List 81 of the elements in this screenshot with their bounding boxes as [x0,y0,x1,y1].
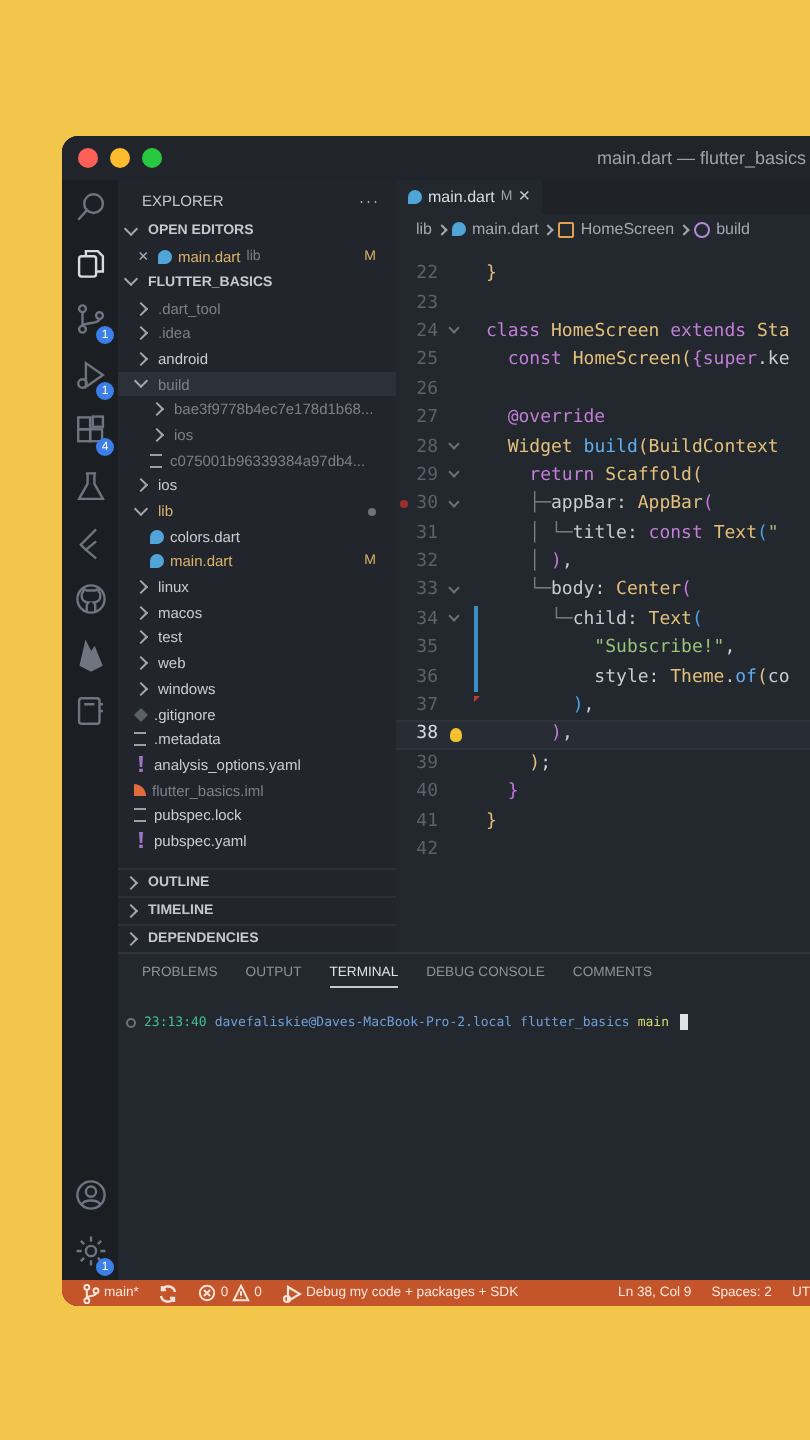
chevron-icon [436,223,448,235]
fold-icon[interactable] [448,582,460,594]
breakpoint-dot[interactable] [399,500,407,509]
minimize-window-button[interactable] [110,148,130,168]
code-line: } [486,811,497,832]
line-number: 31 [414,523,438,544]
line-number: 29 [414,465,438,486]
lines-icon [134,808,146,823]
breadcrumb[interactable]: main.dart [452,220,539,238]
code-line: style: Theme.of(co [592,667,790,688]
change-marker[interactable] [474,634,478,663]
exclamation-icon [136,756,146,773]
code-line: ); [527,753,552,774]
code-line: "Subscribe!", [592,638,736,659]
error-icon [198,1284,217,1302]
rss-icon [134,784,146,797]
line-number: 41 [414,811,438,832]
debug-icon [281,1283,302,1303]
change-marker[interactable] [474,662,478,692]
line-number: 39 [414,753,438,774]
chevron-icon [543,223,555,235]
code-line: │ ), [527,552,573,573]
lines-icon [134,732,146,747]
fold-icon[interactable] [448,323,460,335]
code-line: ), [549,724,573,745]
lightbulb-icon[interactable] [450,727,462,742]
line-number: 42 [414,840,438,860]
line-number: 26 [414,379,438,400]
warning-icon [232,1284,251,1302]
code-line: ), [570,696,595,717]
line-number: 23 [414,293,438,314]
line-number: 25 [414,350,438,371]
close-icon[interactable]: × [138,246,152,267]
code-line: Widget build(BuildContext [505,437,779,458]
text-cursor [680,1014,689,1030]
close-window-button[interactable] [78,148,98,168]
line-number: 24 [414,321,438,342]
code-line: } [486,264,497,285]
fold-icon[interactable] [448,438,460,450]
branch-icon [82,1283,100,1303]
line-number: 33 [414,580,438,601]
breadcrumb[interactable]: build [694,220,750,238]
line-number: 27 [414,408,438,429]
fold-icon[interactable] [448,611,460,623]
code-line: └─body: Center( [527,580,692,601]
class-icon [558,221,575,237]
dart-file-icon [452,222,467,236]
line-number: 28 [414,437,438,458]
code-line: const HomeScreen({super.ke [505,350,790,371]
line-number: 32 [414,552,438,573]
breadcrumb[interactable]: lib [416,220,433,238]
code-line: class HomeScreen extends Sta [486,321,790,342]
circle-icon [126,1017,136,1027]
modified-dot [368,507,376,516]
code-line: return Scaffold( [527,465,703,486]
code-line: └─child: Text( [549,609,703,630]
exclamation-icon [136,832,146,849]
sync-icon[interactable] [158,1283,179,1303]
deletion-marker[interactable] [474,695,480,702]
chevron-icon [678,223,690,235]
dart-file-icon [408,190,422,204]
lines-icon [150,453,162,468]
line-number: 22 [414,264,438,285]
dart-file-icon [158,249,172,264]
line-number: 36 [414,667,438,688]
line-number: 40 [414,782,438,803]
line-number: 38 [414,724,438,745]
breadcrumb[interactable]: HomeScreen [558,220,675,238]
line-number: 37 [414,696,438,717]
line-number: 34 [414,609,438,630]
code-line: } [505,782,519,803]
close-icon[interactable]: × [518,186,531,208]
window-title: main.dart — flutter_basics [596,148,806,168]
code-line: │ └─title: const Text(" [527,523,779,544]
code-line: @override [505,408,606,429]
fold-icon[interactable] [448,467,460,479]
zoom-window-button[interactable] [142,148,162,168]
line-number: 30 [414,494,438,515]
change-marker[interactable] [474,605,478,635]
code-line: ├─appBar: AppBar( [527,494,714,515]
line-number: 35 [414,638,438,659]
